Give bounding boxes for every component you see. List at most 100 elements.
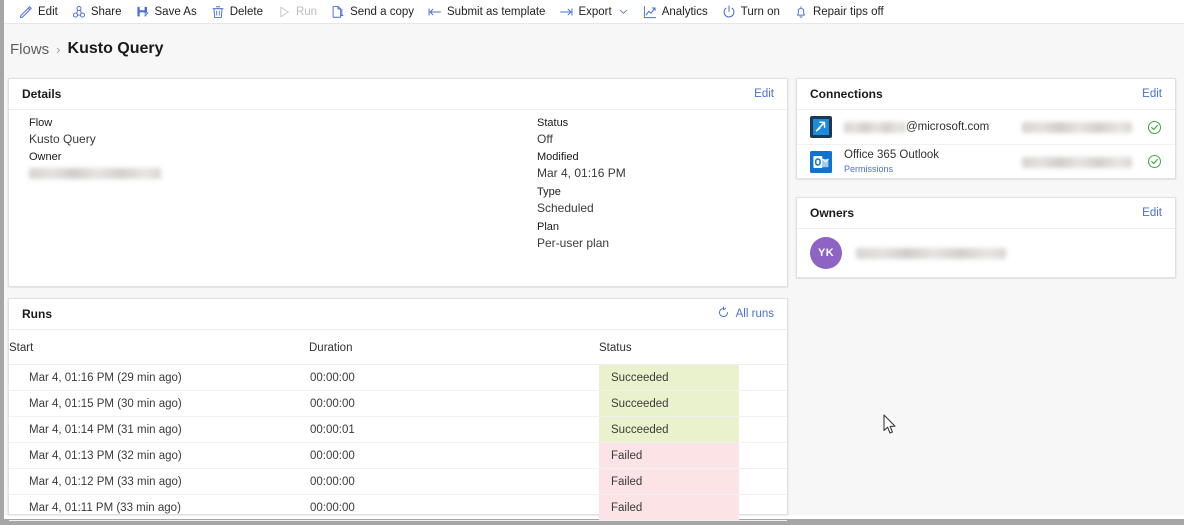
toolbar-item-label: Share [90,5,122,18]
owners-card-header: Owners Edit [797,198,1175,229]
office365-outlook-icon [810,150,832,173]
details-field-value: Per-user plan [537,236,610,250]
details-field-type: Type Scheduled [537,186,594,215]
toolbar-item-label: Repair tips off [812,5,884,18]
run-duration-cell: 00:00:00 [309,494,599,521]
runs-card-header: Runs All runs [9,299,787,330]
runs-column-header-status[interactable]: Status [599,330,739,365]
table-row[interactable]: Mar 4, 01:12 PM (33 min ago) 00:00:00 Fail… [9,468,787,495]
details-field-value: Mar 4, 01:16 PM [537,166,626,180]
avatar: YK [810,237,842,269]
redacted-value [29,168,161,180]
connections-list: @microsoft.com Office 365 Outlook Permissi… [797,110,1175,178]
details-field-status: Status Off [537,117,568,146]
connection-status-icon [1146,120,1162,135]
save-as-icon [136,5,150,19]
connection-name: Office 365 Outlook [844,148,940,161]
status-badge: Succeeded [599,364,739,391]
details-field-value-wrap: Per-user plan [537,236,609,250]
breadcrumb: Flows › Kusto Query [4,24,1184,74]
toolbar-export-button[interactable]: Export [552,0,635,24]
chart-line-icon [643,5,657,19]
details-field-value: Kusto Query [29,132,96,146]
details-field-label: Status [537,117,569,129]
status-badge: Failed [599,494,739,521]
runs-title: Runs [22,307,52,321]
redacted-value [1022,156,1132,168]
run-start-cell: Mar 4, 01:16 PM (29 min ago) [9,364,309,391]
run-start-cell: Mar 4, 01:15 PM (30 min ago) [9,390,309,417]
toolbar-repair-tips-off-button[interactable]: Repair tips off [787,0,891,24]
connection-info: @microsoft.com [844,121,1022,133]
run-row-spacer [739,468,787,495]
connection-row[interactable]: Office 365 Outlook Permissions [797,144,1175,178]
runs-column-header-start[interactable]: Start [9,330,309,365]
toolbar-item-label: Save As [154,5,197,18]
toolbar-analytics-button[interactable]: Analytics [636,0,715,24]
details-card: Details Edit Flow Kusto Query Owner Status O… [8,78,788,287]
toolbar-send-a-copy-button[interactable]: Send a copy [324,0,421,24]
connection-name-row: @microsoft.com [844,121,1022,133]
trash-icon [211,5,225,19]
connection-name-row: Office 365 Outlook [844,149,1022,161]
all-runs-button[interactable]: All runs [717,306,774,322]
arrow-right-icon [559,5,573,19]
details-title: Details [22,87,62,101]
toolbar-item-label: Run [295,5,318,18]
run-duration-cell: 00:00:00 [309,468,599,495]
chevron-down-icon[interactable] [618,6,629,17]
run-start-cell: Mar 4, 01:13 PM (32 min ago) [9,442,309,469]
details-edit-link[interactable]: Edit [754,88,774,100]
toolbar-item-label: Export [578,5,612,18]
owners-edit-link[interactable]: Edit [1142,207,1162,219]
details-card-header: Details Edit [9,79,787,110]
details-field-value-wrap: Off [537,132,568,146]
details-field-modified: Modified Mar 4, 01:16 PM [537,151,626,180]
play-icon [277,5,291,19]
details-field-flow: Flow Kusto Query [29,117,96,146]
runs-column-header-duration[interactable]: Duration [309,330,599,365]
connections-card-header: Connections Edit [797,79,1175,110]
owner-row[interactable]: YK [797,229,1175,277]
redacted-value [844,121,906,133]
status-badge: Failed [599,468,739,495]
details-field-label: Flow [29,117,53,129]
details-field-plan: Plan Per-user plan [537,221,609,250]
share-icon [72,5,86,19]
table-row[interactable]: Mar 4, 01:11 PM (33 min ago) 00:00:00 Fail… [9,494,787,521]
window-left-edge [0,0,4,525]
arrow-left-icon [428,5,442,19]
run-row-spacer [739,364,787,391]
connection-name-suffix: @microsoft.com [906,121,990,133]
toolbar-item-label: Delete [229,5,263,18]
table-row[interactable]: Mar 4, 01:16 PM (29 min ago) 00:00:00 Succ… [9,364,787,391]
toolbar-share-button[interactable]: Share [65,0,129,24]
connection-permissions-link[interactable]: Permissions [844,164,893,174]
connections-edit-link[interactable]: Edit [1142,88,1162,100]
connections-title: Connections [810,87,883,101]
connection-row[interactable]: @microsoft.com [797,110,1175,144]
toolbar-submit-as-template-button[interactable]: Submit as template [421,0,552,24]
bell-icon [794,5,808,19]
breadcrumb-flows-link[interactable]: Flows [10,41,49,58]
toolbar-item-label: Edit [38,5,58,18]
owners-title: Owners [810,206,855,220]
toolbar-save-as-button[interactable]: Save As [129,0,204,24]
table-row[interactable]: Mar 4, 01:14 PM (31 min ago) 00:00:01 Succ… [9,416,787,443]
run-row-spacer [739,442,787,469]
details-body: Flow Kusto Query Owner Status Off Modified Mar… [9,110,787,250]
details-field-value-wrap: Scheduled [537,201,594,215]
table-row[interactable]: Mar 4, 01:15 PM (30 min ago) 00:00:00 Succ… [9,390,787,417]
toolbar-edit-button[interactable]: Edit [12,0,65,24]
mouse-cursor [883,414,896,434]
owner-name [856,246,1006,260]
run-duration-cell: 00:00:00 [309,364,599,391]
toolbar-delete-button[interactable]: Delete [204,0,270,24]
table-row[interactable]: Mar 4, 01:13 PM (32 min ago) 00:00:00 Fail… [9,442,787,469]
run-duration-cell: 00:00:01 [309,416,599,443]
toolbar-item-label: Send a copy [350,5,415,18]
toolbar-run-button: Run [270,0,324,24]
status-badge: Succeeded [599,416,739,443]
toolbar-item-label: Submit as template [447,5,546,18]
toolbar-turn-on-button[interactable]: Turn on [715,0,787,24]
